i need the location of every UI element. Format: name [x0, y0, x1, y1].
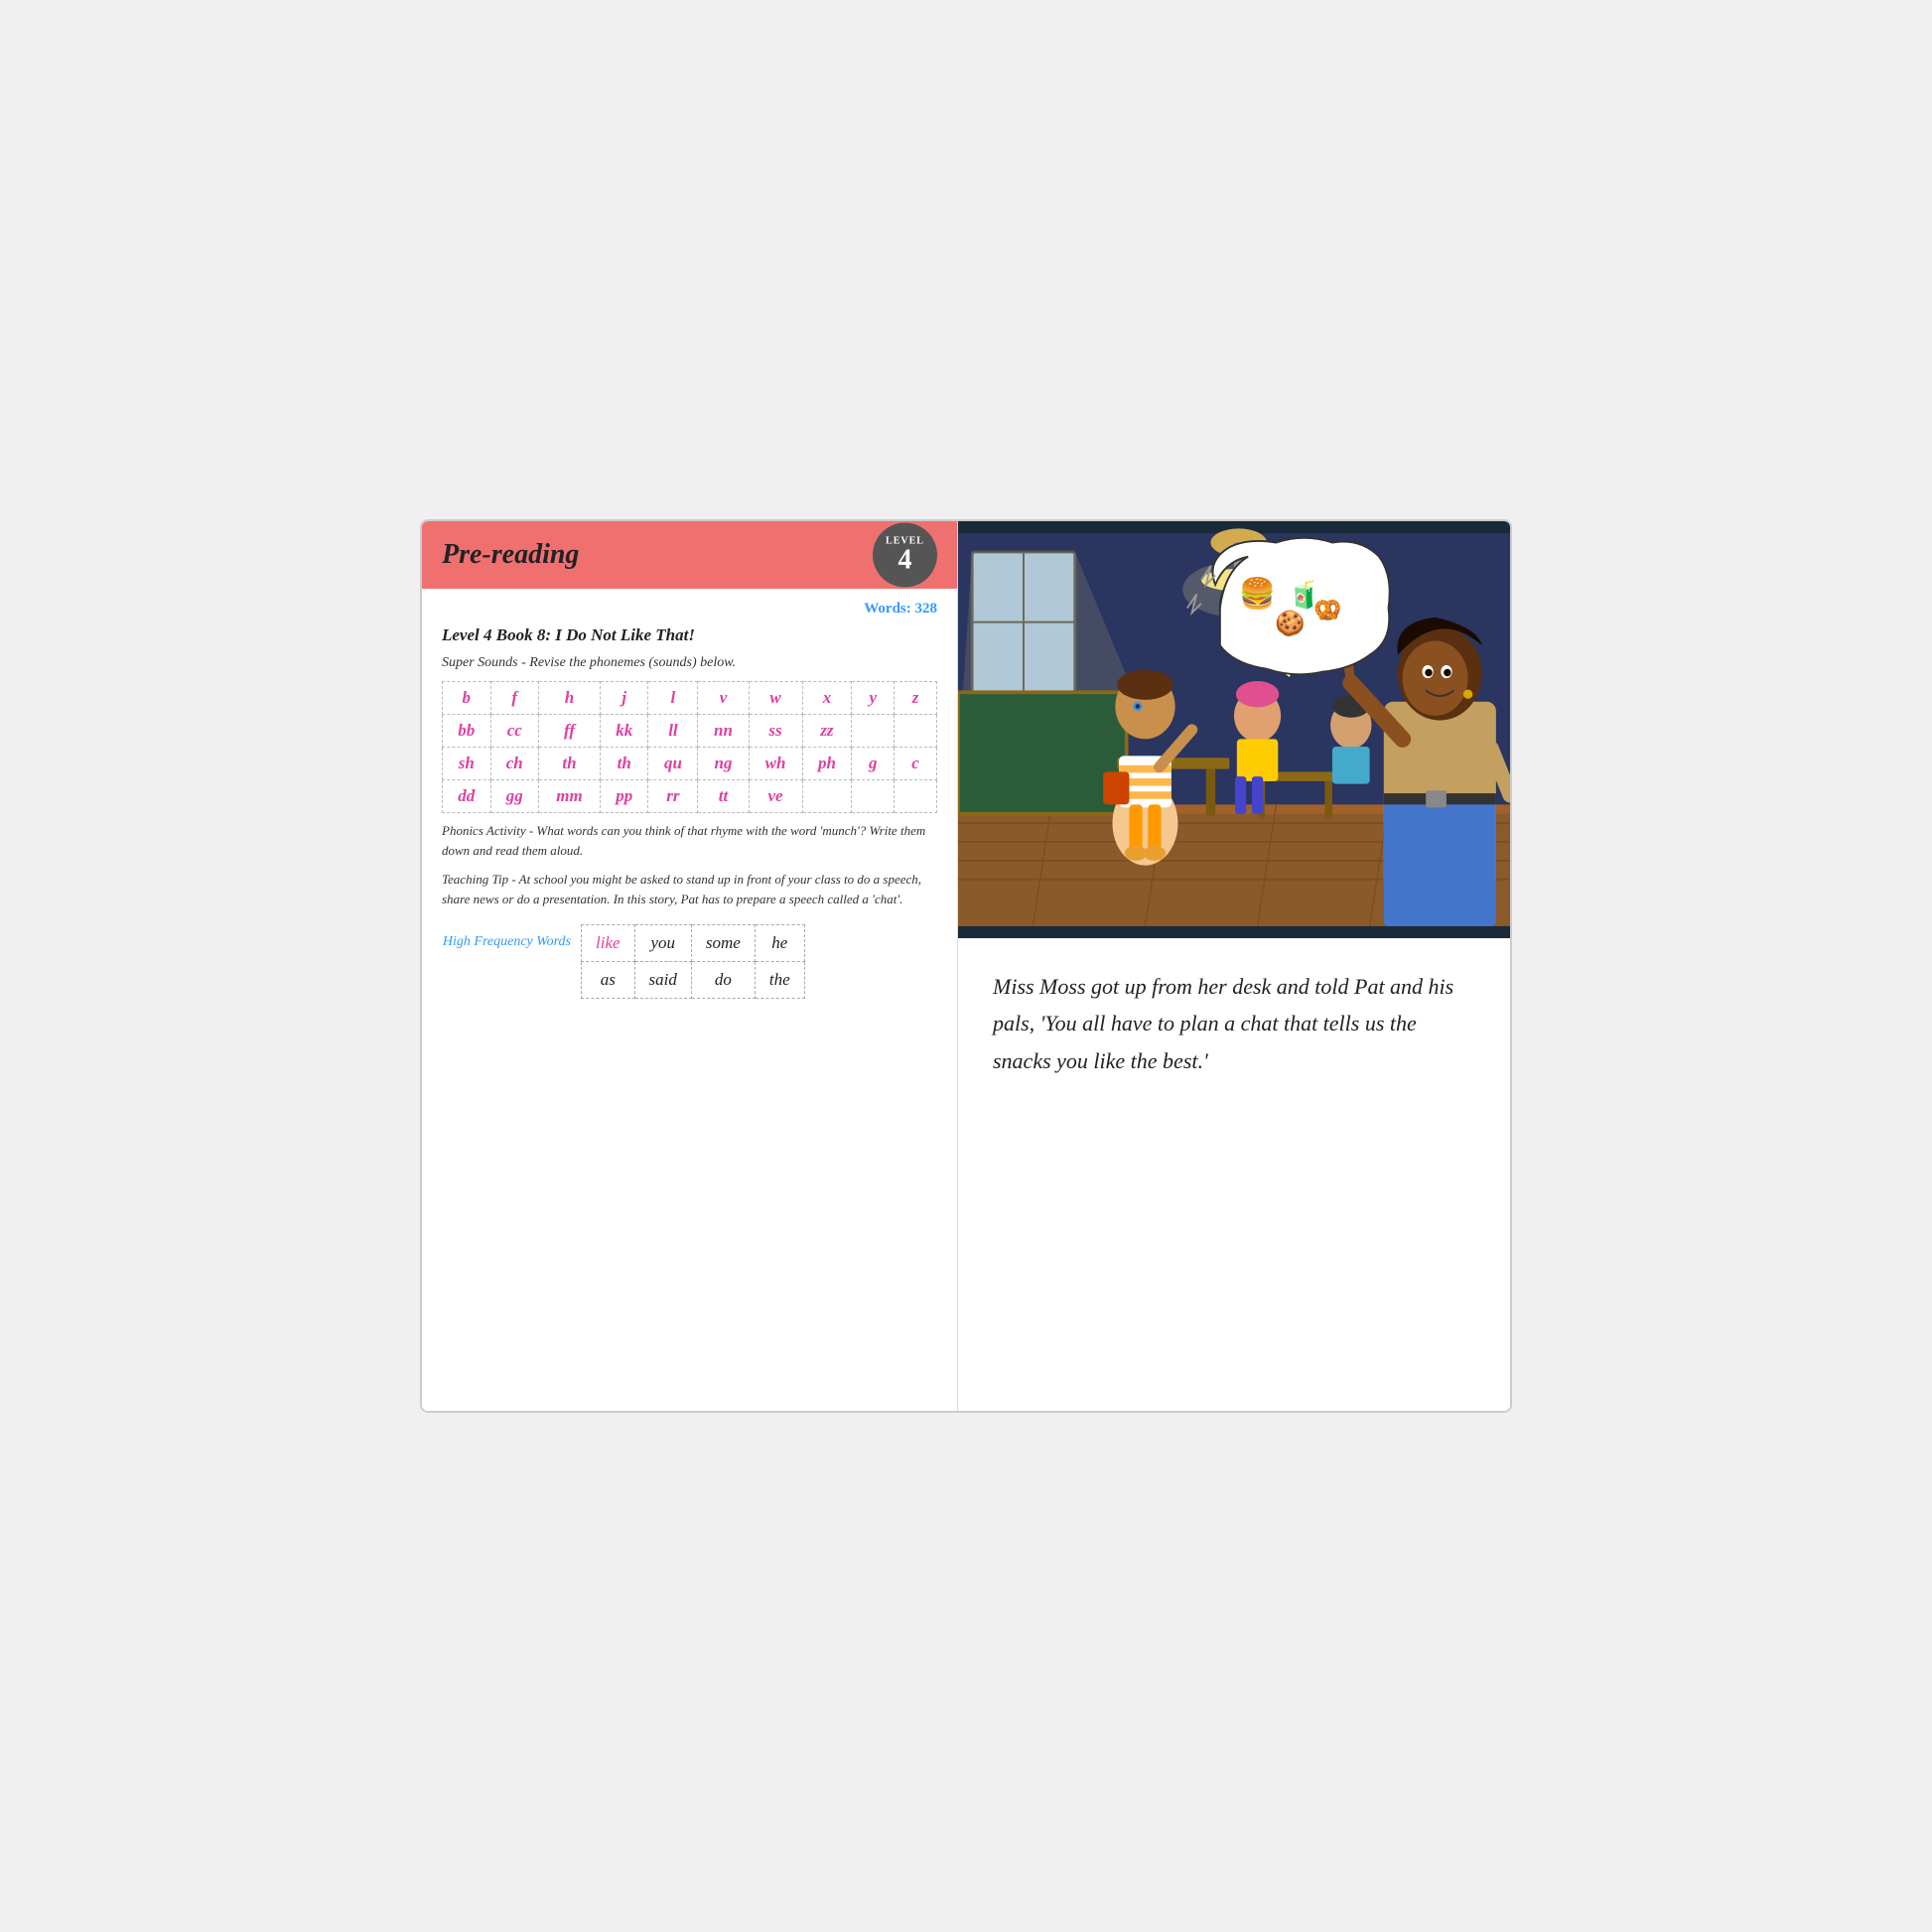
left-content: Words: 328 Level 4 Book 8: I Do Not Like… [422, 589, 957, 1411]
teaching-tip: Teaching Tip - At school you might be as… [442, 870, 937, 908]
classroom-svg: 🍔 🧃 🍪 🥨 [958, 521, 1510, 938]
phonics-cell: gg [490, 780, 539, 813]
hfw-word: do [691, 962, 755, 999]
phonics-cell: tt [698, 780, 749, 813]
phonics-cell: ve [749, 780, 802, 813]
right-panel: 🍔 🧃 🍪 🥨 Miss Moss got up from her desk a… [958, 521, 1510, 1411]
phonics-cell: dd [443, 780, 491, 813]
phonics-cell: c [895, 748, 937, 780]
phonics-cell [895, 780, 937, 813]
sounds-subtitle: Super Sounds - Revise the phonemes (soun… [442, 655, 937, 671]
phonics-cell: mm [539, 780, 601, 813]
hfw-grid: likeyousomehe assaiddothe [581, 924, 805, 999]
phonics-cell [852, 715, 895, 748]
phonics-cell: ss [749, 715, 802, 748]
phonics-cell: ll [648, 715, 698, 748]
phonics-cell: w [749, 682, 802, 715]
phonics-cell: kk [600, 715, 648, 748]
phonics-cell: ph [802, 748, 852, 780]
hfw-word: some [691, 925, 755, 962]
hfw-word: like [582, 925, 635, 962]
phonics-cell: rr [648, 780, 698, 813]
story-text: Miss Moss got up from her desk and told … [993, 968, 1475, 1079]
svg-text:🍪: 🍪 [1275, 609, 1306, 637]
phonics-cell: v [698, 682, 749, 715]
phonics-cell: b [443, 682, 491, 715]
hfw-word: said [634, 962, 691, 999]
phonics-cell: y [852, 682, 895, 715]
phonics-cell: f [490, 682, 539, 715]
level-number: 4 [898, 547, 912, 575]
hfw-section: High Frequency Words likeyousomehe assaid… [442, 924, 937, 999]
book-title: Level 4 Book 8: I Do Not Like That! [442, 625, 937, 645]
words-line: Words: 328 [442, 601, 937, 618]
svg-text:🍔: 🍔 [1239, 576, 1277, 611]
svg-text:🥨: 🥨 [1313, 598, 1341, 622]
story-text-box: Miss Moss got up from her desk and told … [958, 938, 1510, 1411]
phonics-cell: g [852, 748, 895, 780]
phonics-cell: bb [443, 715, 491, 748]
phonics-cell [802, 780, 852, 813]
phonics-cell: sh [443, 748, 491, 780]
header-bar: Pre-reading LEVEL 4 [422, 521, 957, 589]
page-container: Pre-reading LEVEL 4 Words: 328 Level 4 B… [420, 519, 1512, 1413]
hfw-word: as [582, 962, 635, 999]
words-label: Words: [864, 601, 911, 617]
phonics-cell: pp [600, 780, 648, 813]
hfw-word: he [755, 925, 804, 962]
phonics-cell: qu [648, 748, 698, 780]
phonics-cell: j [600, 682, 648, 715]
phonics-cell: z [895, 682, 937, 715]
phonics-grid: bfhjlvwxyzbbccffkkllnnsszzshchththqungwh… [442, 681, 937, 813]
phonics-cell: ch [490, 748, 539, 780]
phonics-cell: th [539, 748, 601, 780]
phonics-note: Phonics Activity - What words can you th… [442, 821, 937, 860]
hfw-word: the [755, 962, 804, 999]
hfw-word: you [634, 925, 691, 962]
left-panel: Pre-reading LEVEL 4 Words: 328 Level 4 B… [422, 521, 958, 1411]
phonics-cell: ng [698, 748, 749, 780]
phonics-cell: h [539, 682, 601, 715]
level-badge: LEVEL 4 [873, 523, 937, 588]
phonics-cell: l [648, 682, 698, 715]
phonics-cell [852, 780, 895, 813]
classroom-illustration: 🍔 🧃 🍪 🥨 [958, 521, 1510, 938]
phonics-cell: th [600, 748, 648, 780]
phonics-cell: zz [802, 715, 852, 748]
pre-reading-title: Pre-reading [442, 539, 579, 571]
phonics-cell: x [802, 682, 852, 715]
phonics-cell: ff [539, 715, 601, 748]
hfw-label: High Frequency Words [442, 924, 581, 950]
phonics-cell: cc [490, 715, 539, 748]
words-count: 328 [915, 601, 938, 617]
phonics-cell [895, 715, 937, 748]
phonics-cell: nn [698, 715, 749, 748]
phonics-cell: wh [749, 748, 802, 780]
